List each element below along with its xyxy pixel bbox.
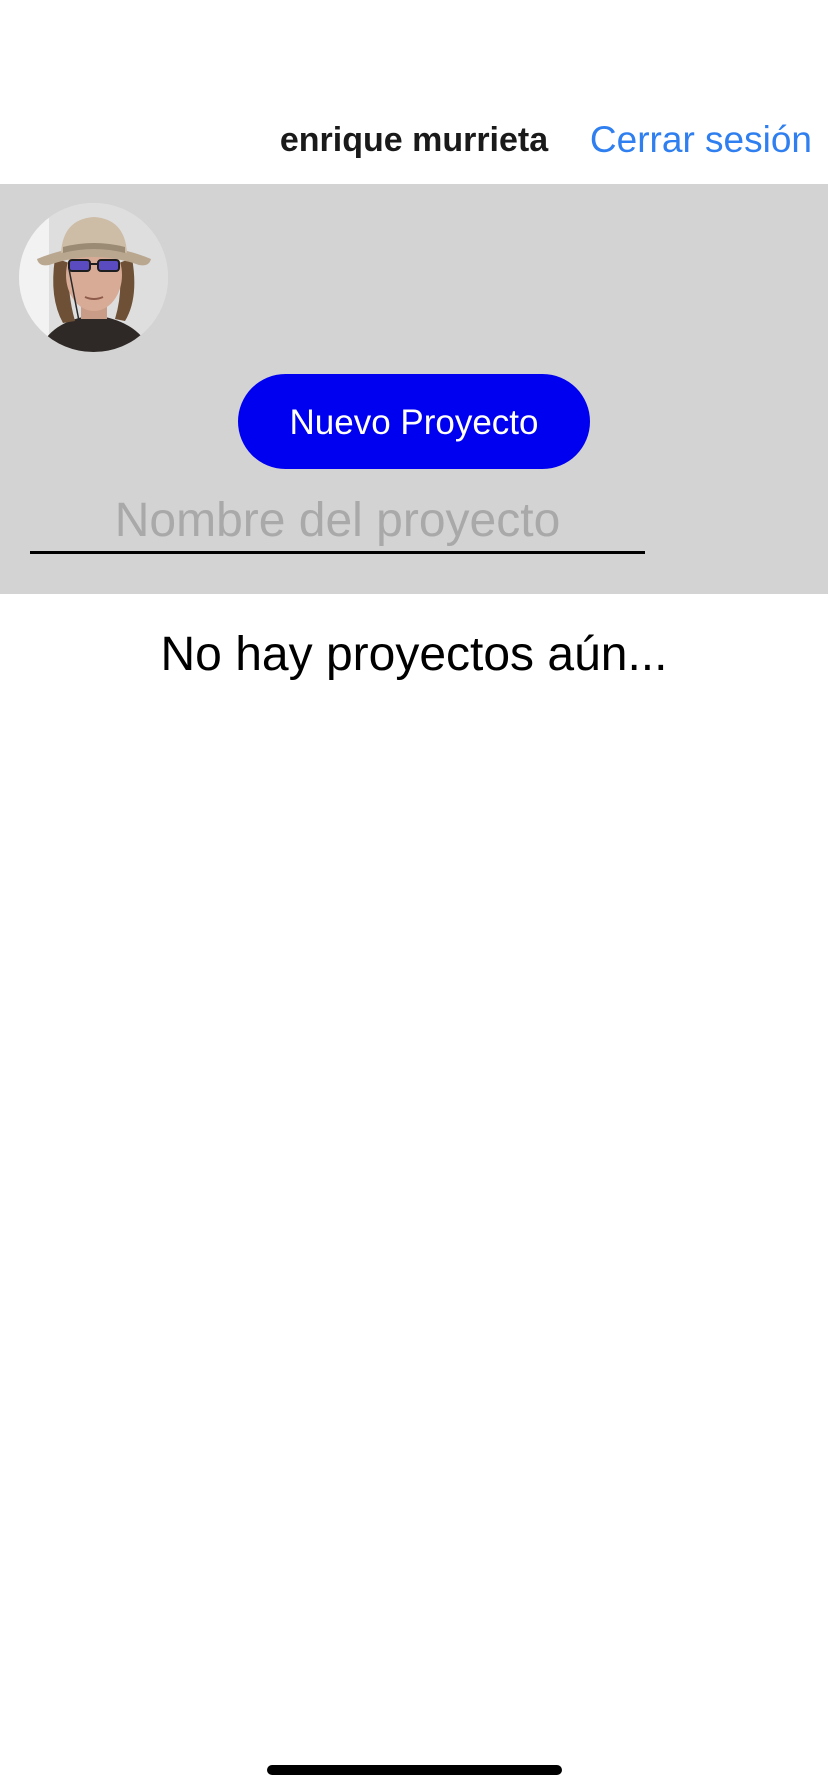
- logout-button[interactable]: Cerrar sesión: [590, 116, 812, 164]
- app-screen: enrique murrieta Cerrar sesión Nuevo Pro…: [0, 0, 828, 1792]
- home-indicator[interactable]: [267, 1765, 562, 1775]
- navigation-bar: enrique murrieta Cerrar sesión: [0, 0, 828, 184]
- empty-projects-message: No hay proyectos aún...: [160, 628, 668, 681]
- project-header-panel: Nuevo Proyecto: [0, 184, 828, 594]
- project-name-input[interactable]: [30, 489, 645, 554]
- avatar: [19, 203, 168, 352]
- new-project-button[interactable]: Nuevo Proyecto: [238, 374, 590, 469]
- user-photo-icon: [19, 203, 168, 352]
